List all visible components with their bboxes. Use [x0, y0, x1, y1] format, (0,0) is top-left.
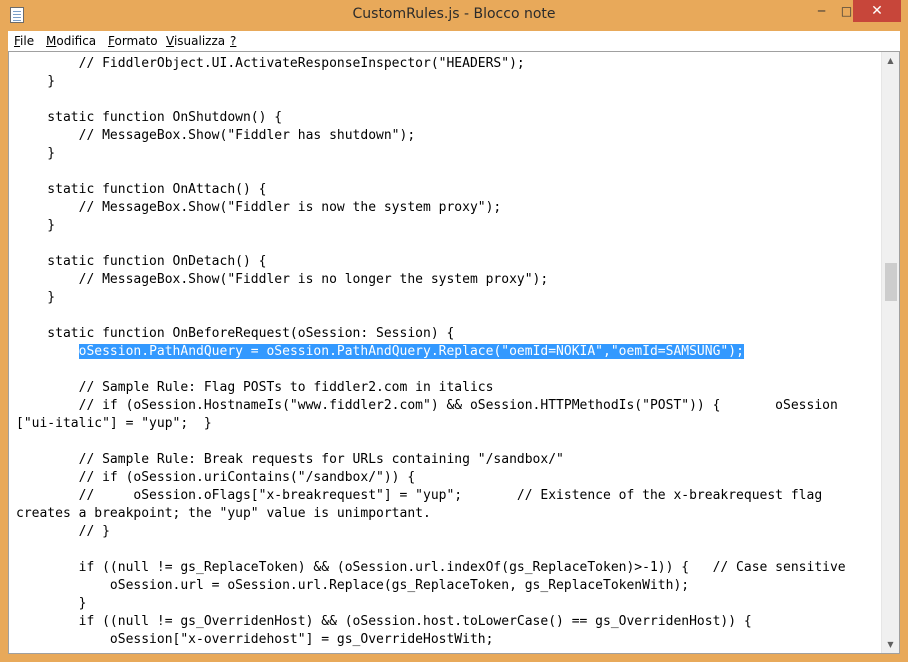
code-line[interactable]: oSession.PathAndQuery = oSession.PathAnd… — [16, 343, 876, 361]
code-line[interactable]: // FiddlerObject.UI.ActivateResponseInsp… — [16, 55, 876, 73]
menu-visualizza[interactable]: Visualizza — [166, 34, 225, 48]
code-line[interactable]: creates a breakpoint; the "yup" value is… — [16, 505, 876, 523]
code-line[interactable] — [16, 235, 876, 253]
code-line[interactable] — [16, 163, 876, 181]
code-line[interactable]: static function OnDetach() { — [16, 253, 876, 271]
scroll-thumb[interactable] — [885, 263, 897, 301]
code-line[interactable]: // } — [16, 523, 876, 541]
selected-line-indent — [16, 344, 79, 359]
code-line[interactable]: ["ui-italic"] = "yup"; } — [16, 415, 876, 433]
menu-bar: File Modifica Formato Visualizza ? — [8, 31, 900, 52]
code-line[interactable]: static function OnShutdown() { — [16, 109, 876, 127]
scroll-up-button[interactable]: ▲ — [882, 52, 899, 69]
code-line[interactable]: oSession["x-overridehost"] = gs_Override… — [16, 631, 876, 649]
code-line[interactable]: // oSession.oFlags["x-breakrequest"] = "… — [16, 487, 876, 505]
menu-help-accel: ? — [230, 34, 237, 48]
window-title: CustomRules.js - Blocco note — [352, 6, 556, 22]
code-line[interactable]: // if (oSession.uriContains("/sandbox/")… — [16, 469, 876, 487]
text-editor[interactable]: // FiddlerObject.UI.ActivateResponseInsp… — [8, 51, 900, 654]
vertical-scrollbar[interactable]: ▲ ▼ — [881, 52, 899, 653]
code-line[interactable] — [16, 91, 876, 109]
menu-modifica[interactable]: Modifica — [46, 34, 96, 48]
code-line[interactable]: if ((null != gs_OverridenHost) && (oSess… — [16, 613, 876, 631]
selected-text[interactable]: oSession.PathAndQuery = oSession.PathAnd… — [78, 344, 744, 359]
scroll-down-button[interactable]: ▼ — [882, 636, 899, 653]
code-line[interactable]: // MessageBox.Show("Fiddler is no longer… — [16, 271, 876, 289]
title-bar[interactable]: CustomRules.js - Blocco note ─ □ ✕ — [0, 0, 908, 31]
code-line[interactable]: // MessageBox.Show("Fiddler has shutdown… — [16, 127, 876, 145]
code-line[interactable]: if ((null != gs_ReplaceToken) && (oSessi… — [16, 559, 876, 577]
code-line[interactable]: oSession.url = oSession.url.Replace(gs_R… — [16, 577, 876, 595]
menu-help[interactable]: ? — [230, 34, 236, 48]
notepad-window: CustomRules.js - Blocco note ─ □ ✕ File … — [0, 0, 908, 662]
code-line[interactable]: } — [16, 289, 876, 307]
menu-modifica-accel: M — [46, 34, 57, 48]
menu-file[interactable]: File — [14, 34, 34, 48]
menu-formato[interactable]: Formato — [108, 34, 158, 48]
code-line[interactable]: } — [16, 145, 876, 163]
menu-file-label: ile — [20, 34, 35, 48]
minimize-button[interactable]: ─ — [808, 0, 835, 22]
code-line[interactable]: static function OnAttach() { — [16, 181, 876, 199]
code-line[interactable]: // Sample Rule: Flag POSTs to fiddler2.c… — [16, 379, 876, 397]
code-line[interactable] — [16, 541, 876, 559]
menu-visualizza-accel: V — [166, 34, 174, 48]
code-line[interactable]: // MessageBox.Show("Fiddler is now the s… — [16, 199, 876, 217]
code-line[interactable]: static function OnBeforeRequest(oSession… — [16, 325, 876, 343]
code-line[interactable]: } — [16, 73, 876, 91]
code-line[interactable]: // if (oSession.HostnameIs("www.fiddler2… — [16, 397, 876, 415]
code-line[interactable]: } — [16, 217, 876, 235]
code-line[interactable]: // Sample Rule: Break requests for URLs … — [16, 451, 876, 469]
menu-visualizza-label: isualizza — [173, 34, 226, 48]
menu-formato-label: ormato — [114, 34, 158, 48]
code-line[interactable]: } — [16, 595, 876, 613]
code-line[interactable] — [16, 307, 876, 325]
code-line[interactable] — [16, 433, 876, 451]
code-text[interactable]: // FiddlerObject.UI.ActivateResponseInsp… — [16, 55, 876, 649]
close-button[interactable]: ✕ — [853, 0, 901, 22]
menu-modifica-label: odifica — [56, 34, 97, 48]
code-line[interactable] — [16, 361, 876, 379]
